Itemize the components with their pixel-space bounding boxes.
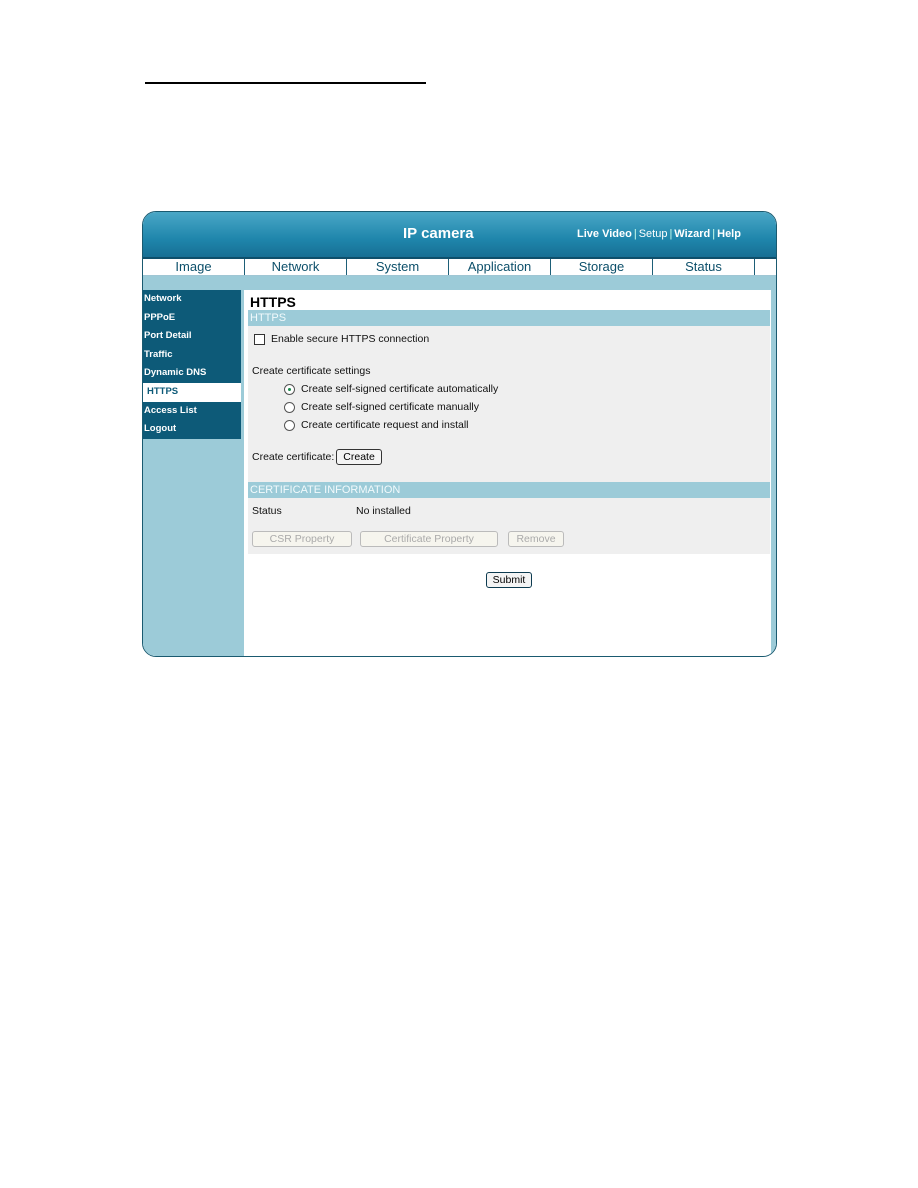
radio-request[interactable] <box>284 419 295 431</box>
sidebar-item-dynamic-dns[interactable]: Dynamic DNS <box>143 364 241 383</box>
tab-image[interactable]: Image <box>143 259 245 275</box>
sidebar-item-pppoe[interactable]: PPPoE <box>143 308 241 328</box>
enable-https-label: Enable secure HTTPS connection <box>271 333 430 345</box>
settings-label: Create certificate settings <box>252 365 371 377</box>
radio-auto[interactable] <box>284 383 295 395</box>
create-certificate-label: Create certificate: <box>252 451 335 463</box>
sidebar-item-network[interactable]: Network <box>143 290 241 309</box>
main-content: HTTPS HTTPS Enable secure HTTPS connecti… <box>248 290 770 588</box>
status-label: Status <box>252 505 282 517</box>
section-header-certificate: CERTIFICATE INFORMATION <box>248 482 770 498</box>
csr-property-button[interactable]: CSR Property <box>252 531 352 547</box>
app-title: IP camera <box>403 225 474 242</box>
radio-manual[interactable] <box>284 401 295 413</box>
sidebar-item-traffic[interactable]: Traffic <box>143 345 241 365</box>
section-header-https: HTTPS <box>248 310 770 326</box>
right-edge <box>771 276 776 656</box>
submit-button[interactable]: Submit <box>485 572 533 588</box>
link-help[interactable]: Help <box>717 228 741 240</box>
link-setup[interactable]: Setup <box>639 228 668 240</box>
radio-manual-label: Create self-signed certificate manually <box>301 401 479 413</box>
radio-auto-label: Create self-signed certificate automatic… <box>301 383 499 395</box>
tab-storage[interactable]: Storage <box>551 259 653 275</box>
sidebar-item-logout[interactable]: Logout <box>143 420 241 439</box>
link-live-video[interactable]: Live Video <box>577 228 632 240</box>
main-tabs: Image Network System Application Storage… <box>143 259 776 276</box>
tab-status[interactable]: Status <box>653 259 755 275</box>
page-title: HTTPS <box>250 294 296 310</box>
https-section: Enable secure HTTPS connection Create ce… <box>248 326 770 482</box>
sidebar-item-access-list[interactable]: Access List <box>143 401 241 421</box>
status-value: No installed <box>356 505 411 517</box>
certificate-property-button[interactable]: Certificate Property <box>360 531 498 547</box>
sidebar-item-port-detail[interactable]: Port Detail <box>143 327 241 346</box>
camera-web-ui: IP camera Live Video | Setup | Wizard | Help I… <box>142 211 777 657</box>
certificate-section: Status No installed CSR Property Certifi… <box>248 498 770 554</box>
sidebar-item-https[interactable]: HTTPS <box>143 382 241 402</box>
link-wizard[interactable]: Wizard <box>674 228 710 240</box>
tab-system[interactable]: System <box>347 259 449 275</box>
tab-network[interactable]: Network <box>245 259 347 275</box>
enable-https-checkbox[interactable] <box>254 333 265 345</box>
header-bar: IP camera Live Video | Setup | Wizard | Help <box>143 212 776 259</box>
tab-application[interactable]: Application <box>449 259 551 275</box>
sidebar: Network PPPoE Port Detail Traffic Dynami… <box>143 290 244 656</box>
top-links: Live Video | Setup | Wizard | Help <box>577 228 741 240</box>
page-rule <box>145 82 426 84</box>
remove-button[interactable]: Remove <box>508 531 564 547</box>
tab-band <box>143 276 776 290</box>
create-button[interactable]: Create <box>336 449 382 465</box>
radio-request-label: Create certificate request and install <box>301 419 469 431</box>
